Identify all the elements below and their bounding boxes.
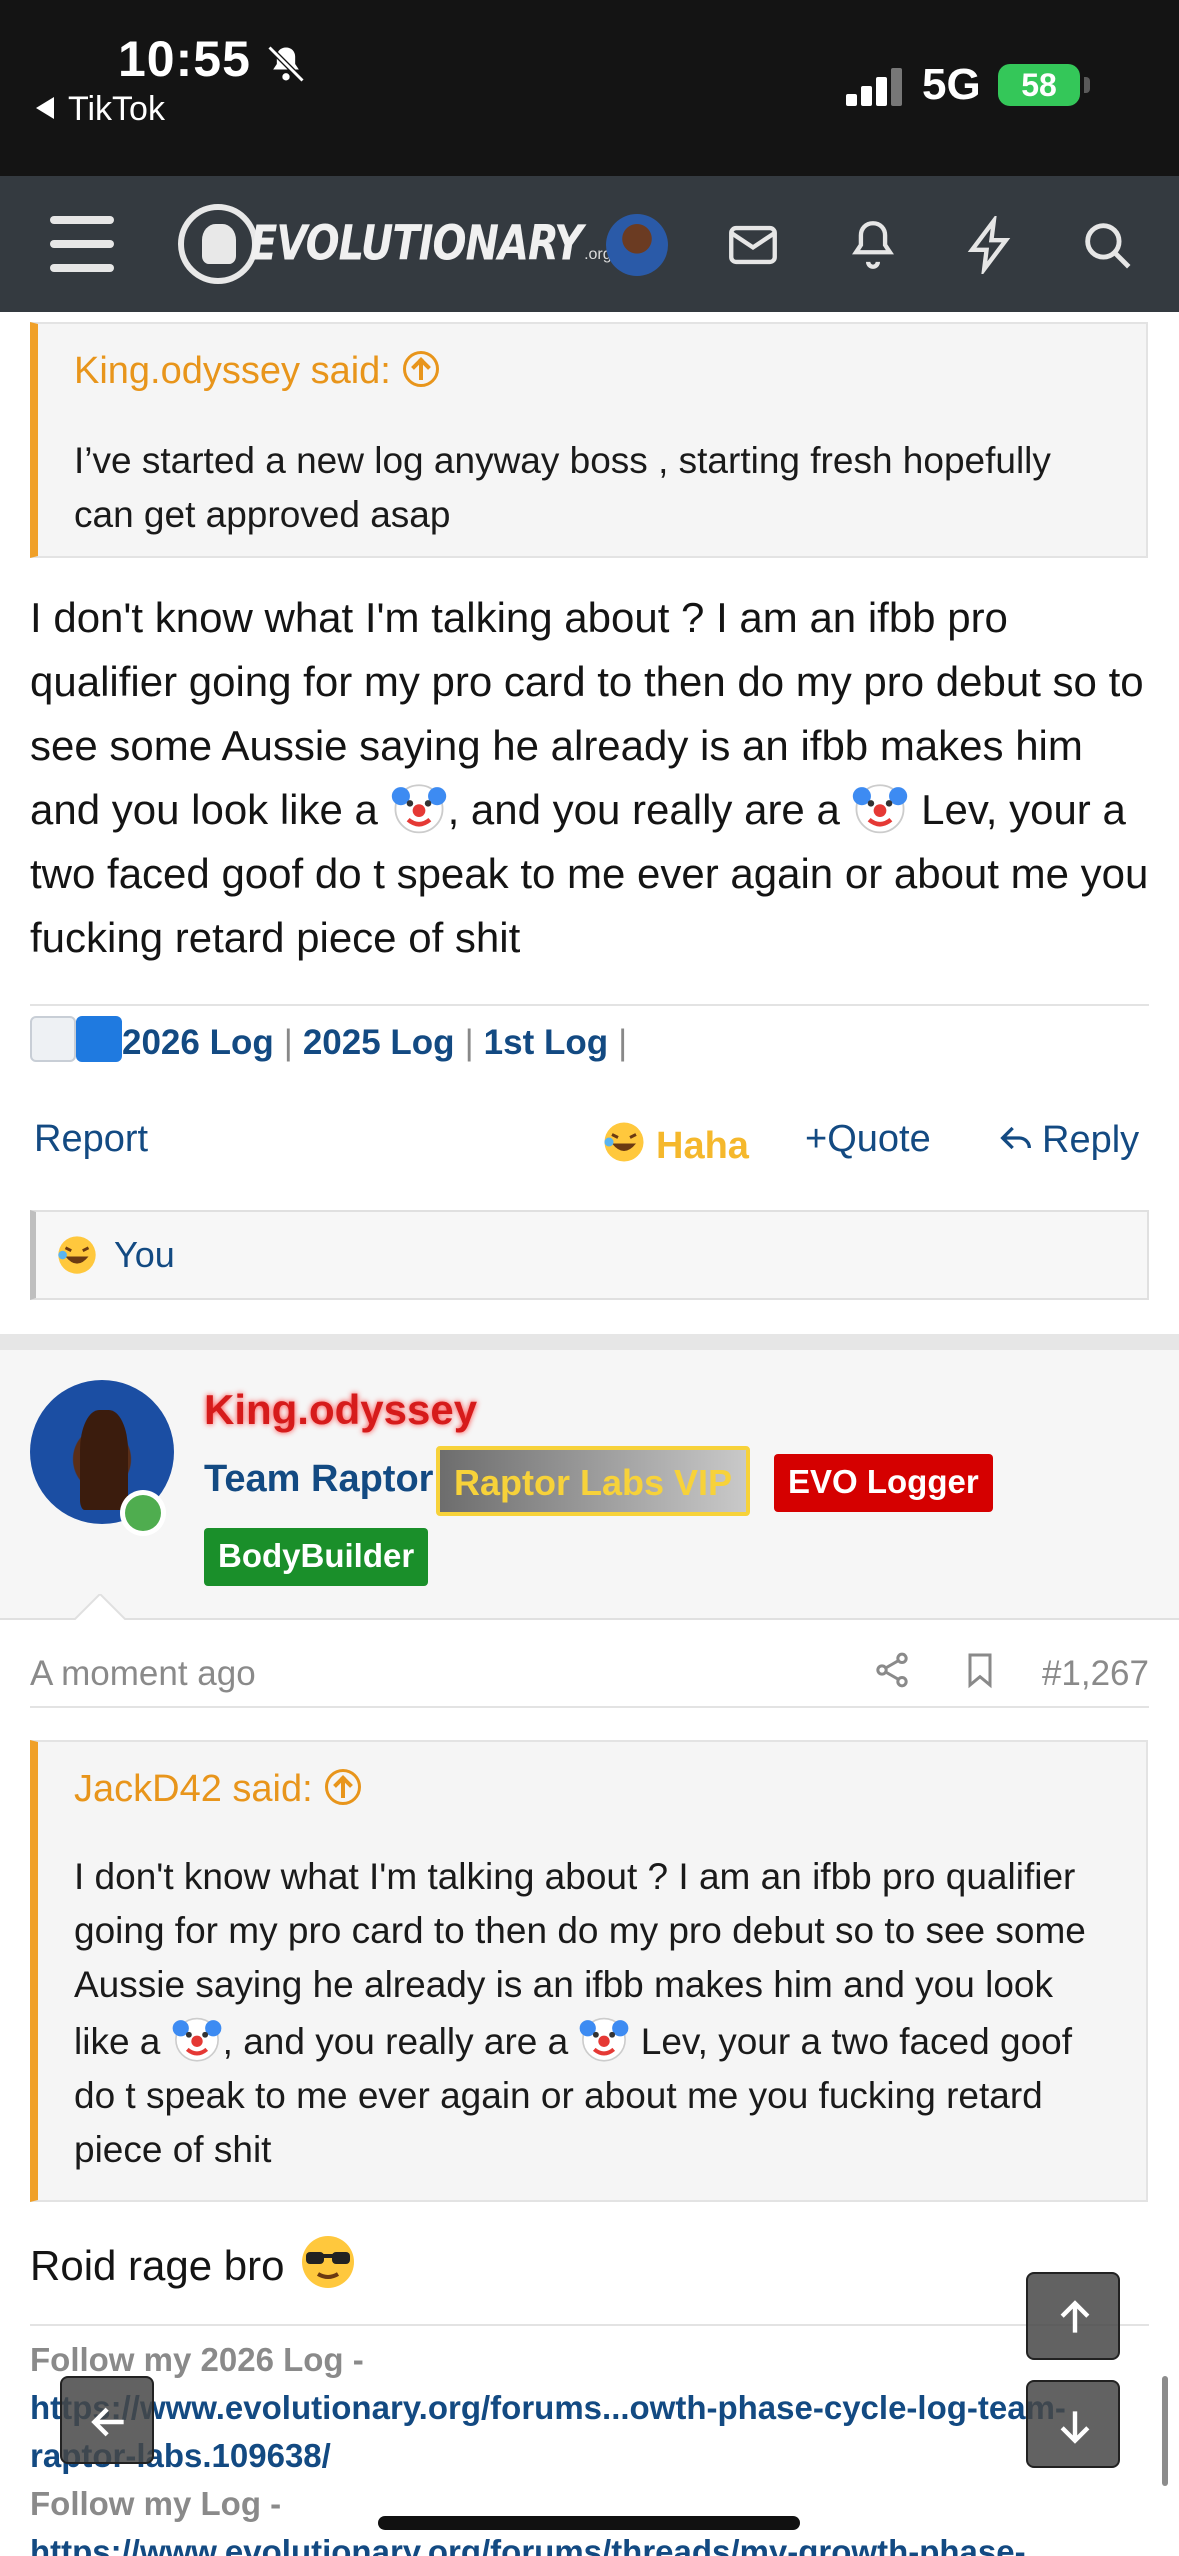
reply-icon xyxy=(1000,1126,1031,1150)
quote-author[interactable]: King.odyssey said: xyxy=(74,350,439,393)
post-user-block: King.odyssey Team Raptor Raptor Labs VIP… xyxy=(0,1350,1179,1620)
mail-icon[interactable] xyxy=(724,216,782,274)
bolt-icon[interactable] xyxy=(960,216,1018,274)
home-indicator[interactable] xyxy=(378,2516,800,2530)
bookmark-icon[interactable] xyxy=(960,1650,1000,1690)
signature-link-2026-log[interactable]: 2026 Log xyxy=(122,1023,274,1062)
signature-label: Follow my 2026 Log - xyxy=(30,2341,364,2378)
haha-reaction-button[interactable]: Haha xyxy=(600,1118,749,1168)
separator: | xyxy=(464,1023,474,1062)
arrow-left-icon xyxy=(91,2407,124,2437)
search-icon[interactable] xyxy=(1078,216,1136,274)
arrow-down-icon xyxy=(1060,2411,1090,2444)
quote-label: Quote xyxy=(827,1118,931,1160)
scroll-bottom-button[interactable] xyxy=(1026,2380,1120,2468)
laughing-emoji-icon xyxy=(604,1122,644,1162)
network-type: 5G xyxy=(922,60,981,109)
post-timestamp[interactable]: A moment ago xyxy=(30,1654,256,1693)
back-arrow-icon xyxy=(36,97,54,119)
clown-emoji-icon xyxy=(580,2017,629,2062)
post-body: Roid rage bro xyxy=(30,2230,1149,2298)
quote-text: I don't know what I'm talking about ? I … xyxy=(74,1850,1110,2177)
back-app-label: TikTok xyxy=(68,90,165,128)
signature-links: 2026 Log | 2025 Log | 1st Log | xyxy=(30,1016,637,1063)
post-body-text: Roid rage bro xyxy=(30,2242,285,2289)
clown-emoji-icon xyxy=(391,784,446,834)
signature-link-2025-log[interactable]: 2025 Log xyxy=(303,1023,455,1062)
quote-author-text: JackD42 said: xyxy=(74,1768,313,1810)
badge-evo-logger: EVO Logger xyxy=(774,1454,993,1512)
signature-link[interactable]: https://www.evolutionary.org/forums/thre… xyxy=(30,2528,1149,2556)
battery-tip xyxy=(1084,77,1090,93)
status-bar: 10:55 TikTok 5G 58 xyxy=(0,0,1179,176)
bell-slash-icon xyxy=(267,45,305,83)
battery-level: 58 xyxy=(1021,67,1057,103)
reaction-users: You xyxy=(114,1234,175,1275)
meta-divider xyxy=(30,1706,1149,1708)
user-title: Team Raptor xyxy=(204,1458,434,1500)
user-block-pointer xyxy=(72,1594,128,1622)
scroll-top-button[interactable] xyxy=(1026,2272,1120,2360)
reply-label: Reply xyxy=(1042,1119,1140,1161)
logo-text: EVOLUTIONARY xyxy=(250,216,583,272)
haha-label: Haha xyxy=(656,1125,749,1167)
post-number[interactable]: #1,267 xyxy=(1042,1654,1149,1694)
signature-divider xyxy=(30,1004,1149,1006)
reply-button[interactable]: Reply xyxy=(996,1118,1139,1162)
jump-to-quote-icon[interactable] xyxy=(402,351,439,387)
signature-divider xyxy=(30,2324,1149,2326)
arrow-up-icon xyxy=(1060,2300,1090,2333)
back-button[interactable] xyxy=(60,2376,154,2464)
share-icon[interactable] xyxy=(872,1650,912,1690)
gorilla-logo-icon xyxy=(178,204,258,284)
reactions-bar[interactable]: You xyxy=(30,1210,1149,1300)
battery-icon: 58 xyxy=(998,64,1080,106)
signature-link[interactable]: https://www.evolutionary.org/forums...ow… xyxy=(30,2384,1149,2480)
app-header: EVOLUTIONARY .org xyxy=(0,176,1179,312)
quote-text: I’ve started a new log anyway boss , sta… xyxy=(74,440,1051,535)
separator: | xyxy=(283,1023,293,1062)
plus-icon: + xyxy=(805,1118,828,1160)
jump-to-quote-icon[interactable] xyxy=(324,1769,361,1805)
signal-icon xyxy=(846,66,902,106)
clown-emoji-icon xyxy=(853,784,908,834)
back-to-app[interactable]: TikTok xyxy=(36,90,165,129)
sunglasses-emoji-icon xyxy=(302,2236,355,2288)
quote-author[interactable]: JackD42 said: xyxy=(74,1768,361,1811)
laughing-emoji-icon xyxy=(58,1236,96,1274)
badge-raptor-labs-vip: Raptor Labs VIP xyxy=(436,1446,751,1516)
report-button[interactable]: Report xyxy=(34,1118,148,1161)
clown-emoji-icon xyxy=(172,2017,222,2062)
quote-block: JackD42 said: I don't know what I'm talk… xyxy=(30,1740,1148,2202)
quote-button[interactable]: +Quote xyxy=(805,1118,931,1161)
quote-text-part: , and you really are a xyxy=(222,2021,579,2062)
menu-icon[interactable] xyxy=(50,216,114,272)
post-body: I don't know what I'm talking about ? I … xyxy=(30,586,1149,970)
bell-icon[interactable] xyxy=(844,216,902,274)
online-status-icon xyxy=(120,1490,166,1536)
signature-link-1st-log[interactable]: 1st Log xyxy=(484,1023,608,1062)
badge-bodybuilder: BodyBuilder xyxy=(204,1528,429,1586)
post-separator xyxy=(0,1334,1179,1350)
separator: | xyxy=(618,1023,628,1062)
quote-block: King.odyssey said: I’ve started a new lo… xyxy=(30,322,1148,558)
play-button-icon xyxy=(76,1016,122,1062)
status-time: 10:55 xyxy=(118,31,251,87)
scrollbar[interactable] xyxy=(1162,2376,1168,2486)
notepad-icon xyxy=(30,1016,76,1062)
post-meta: A moment ago #1,267 xyxy=(30,1652,1149,1694)
user-avatar-button[interactable] xyxy=(606,214,668,276)
quote-author-text: King.odyssey said: xyxy=(74,350,391,392)
post-body-text: , and you really are a xyxy=(447,786,852,833)
username[interactable]: King.odyssey xyxy=(204,1386,477,1434)
site-logo[interactable]: EVOLUTIONARY .org xyxy=(178,202,612,286)
